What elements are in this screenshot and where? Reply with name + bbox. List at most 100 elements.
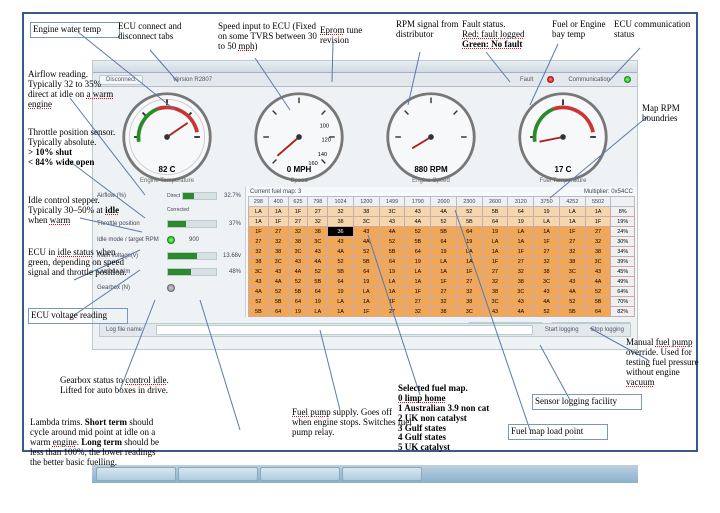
fm-cell[interactable]: 27 — [249, 237, 269, 247]
fm-cell[interactable]: 43 — [585, 267, 611, 277]
fm-cell[interactable]: 43 — [405, 207, 431, 217]
fm-cell[interactable]: 19 — [534, 207, 560, 217]
fm-cell[interactable]: 64 — [405, 247, 431, 257]
fm-cell[interactable]: 38 — [288, 237, 308, 247]
fm-cell[interactable]: 3C — [288, 247, 308, 257]
fm-cell[interactable]: 43 — [249, 277, 269, 287]
fm-cell[interactable]: 1A — [456, 257, 482, 267]
fm-cell[interactable]: 4A — [559, 287, 585, 297]
fm-cell[interactable]: 27 — [508, 257, 534, 267]
fm-cell[interactable]: 4A — [268, 277, 288, 287]
fm-cell[interactable]: 38 — [482, 287, 508, 297]
fm-cell[interactable]: 19 — [431, 247, 457, 257]
fm-cell[interactable]: 52 — [456, 207, 482, 217]
fm-cell[interactable]: 32 — [328, 207, 354, 217]
fm-cell[interactable]: 4A — [405, 217, 431, 227]
fm-cell[interactable]: 43 — [308, 247, 328, 257]
taskbar-button[interactable] — [260, 467, 340, 481]
fm-cell[interactable]: 5B — [431, 227, 457, 237]
fm-cell[interactable]: LA — [249, 207, 269, 217]
fm-cell[interactable]: 19 — [353, 277, 379, 287]
fm-cell[interactable]: LA — [431, 257, 457, 267]
fm-cell[interactable]: 1F — [288, 207, 308, 217]
fm-cell[interactable]: 3C — [379, 207, 405, 217]
fm-cell[interactable]: 19 — [482, 227, 508, 237]
fm-cell[interactable]: LA — [308, 307, 328, 317]
fm-cell[interactable]: 4A — [353, 237, 379, 247]
fm-cell[interactable]: 32 — [268, 237, 288, 247]
fm-cell[interactable]: 3C — [308, 237, 328, 247]
fm-cell[interactable]: 36 — [328, 227, 354, 237]
fm-cell[interactable]: 1A — [585, 207, 611, 217]
fm-cell[interactable]: 52 — [431, 217, 457, 227]
fm-cell[interactable]: 5B — [456, 217, 482, 227]
fm-cell[interactable]: 38 — [268, 247, 288, 257]
fm-cell[interactable]: 4A — [379, 227, 405, 237]
fm-cell[interactable]: 1F — [249, 227, 269, 237]
taskbar-button[interactable] — [96, 467, 176, 481]
fm-cell[interactable]: LA — [508, 227, 534, 237]
fm-cell[interactable]: 38 — [508, 277, 534, 287]
fm-cell[interactable]: 52 — [288, 277, 308, 287]
fm-cell[interactable]: 27 — [559, 237, 585, 247]
fm-cell[interactable]: 5B — [249, 307, 269, 317]
fm-cell[interactable]: 64 — [288, 297, 308, 307]
fm-cell[interactable]: LA — [456, 247, 482, 257]
fm-cell[interactable]: 3C — [353, 217, 379, 227]
fm-cell[interactable]: 27 — [288, 217, 308, 227]
fm-cell[interactable]: 4A — [288, 267, 308, 277]
fm-cell[interactable]: 52 — [268, 287, 288, 297]
fm-cell[interactable]: 27 — [482, 267, 508, 277]
fm-cell[interactable]: 52 — [559, 297, 585, 307]
fm-cell[interactable]: 38 — [559, 257, 585, 267]
fm-cell[interactable]: 4A — [249, 287, 269, 297]
fm-cell[interactable]: 32 — [405, 307, 431, 317]
fm-cell[interactable]: 27 — [308, 207, 328, 217]
fm-cell[interactable]: 1A — [249, 217, 269, 227]
fm-cell[interactable]: 1F — [431, 277, 457, 287]
fm-cell[interactable]: 3C — [482, 297, 508, 307]
fm-cell[interactable]: 5B — [308, 277, 328, 287]
fm-cell[interactable]: 1A — [353, 297, 379, 307]
fm-cell[interactable]: 43 — [508, 297, 534, 307]
fm-cell[interactable]: 19 — [456, 237, 482, 247]
fm-cell[interactable]: 4A — [508, 307, 534, 317]
fm-cell[interactable]: 1F — [268, 217, 288, 227]
fm-cell[interactable]: 19 — [308, 297, 328, 307]
fm-cell[interactable]: 1F — [585, 217, 611, 227]
fm-cell[interactable]: LA — [353, 287, 379, 297]
fm-cell[interactable]: 32 — [534, 257, 560, 267]
fm-cell[interactable]: 1A — [379, 287, 405, 297]
fm-cell[interactable]: 32 — [585, 237, 611, 247]
fm-cell[interactable]: 3C — [249, 267, 269, 277]
fm-cell[interactable]: 64 — [379, 257, 405, 267]
fm-cell[interactable]: 38 — [431, 307, 457, 317]
fm-cell[interactable]: 38 — [308, 227, 328, 237]
fm-cell[interactable]: 19 — [328, 287, 354, 297]
fm-cell[interactable]: 32 — [508, 267, 534, 277]
fm-cell[interactable]: 1F — [353, 307, 379, 317]
fm-cell[interactable]: 5B — [585, 297, 611, 307]
fm-cell[interactable]: 1A — [431, 267, 457, 277]
fm-cell[interactable]: 5B — [482, 207, 508, 217]
fm-cell[interactable]: 3C — [559, 267, 585, 277]
fm-cell[interactable]: 3C — [534, 277, 560, 287]
log-file-input[interactable] — [156, 325, 533, 335]
start-logging-button[interactable]: Start logging — [545, 327, 579, 333]
fm-cell[interactable]: 52 — [585, 287, 611, 297]
fm-cell[interactable]: 27 — [431, 287, 457, 297]
fm-cell[interactable]: 43 — [328, 237, 354, 247]
fm-cell[interactable]: 32 — [308, 217, 328, 227]
fm-cell[interactable]: 3C — [585, 257, 611, 267]
fm-cell[interactable]: LA — [482, 237, 508, 247]
fm-cell[interactable]: 52 — [249, 297, 269, 307]
fm-cell[interactable]: 27 — [268, 227, 288, 237]
fm-cell[interactable]: 27 — [585, 227, 611, 237]
fm-cell[interactable]: 27 — [405, 297, 431, 307]
fm-cell[interactable]: LA — [534, 217, 560, 227]
fm-cell[interactable]: 4A — [431, 207, 457, 217]
fm-cell[interactable]: 1A — [482, 247, 508, 257]
taskbar-button[interactable] — [342, 467, 422, 481]
fm-cell[interactable]: 1A — [559, 217, 585, 227]
fm-cell[interactable]: 32 — [559, 247, 585, 257]
